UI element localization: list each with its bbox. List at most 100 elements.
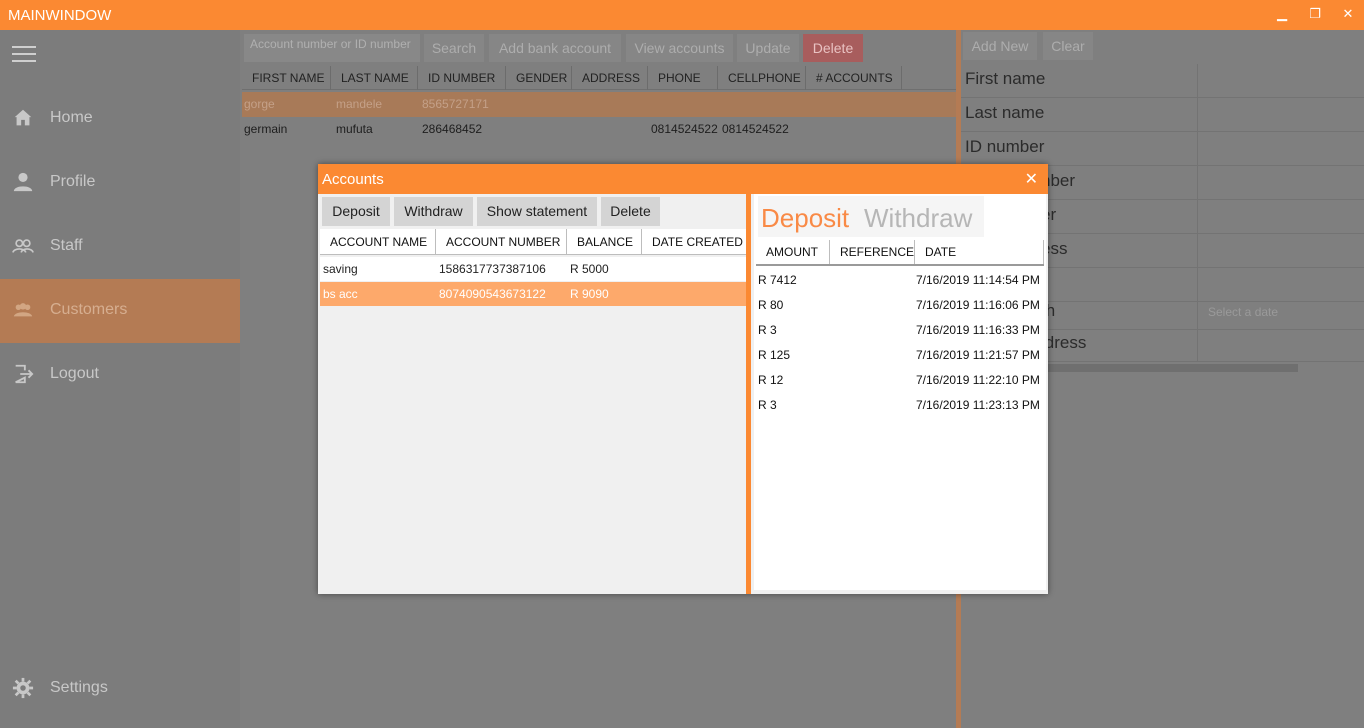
cell-id-number: 286468452 — [422, 122, 483, 136]
sidebar: Home Profile Staff Customers Logout Sett… — [0, 30, 240, 728]
column-header[interactable]: AMOUNT — [756, 240, 830, 264]
sidebar-item-logout[interactable]: Logout — [0, 343, 240, 407]
sidebar-item-label: Profile — [50, 173, 96, 190]
cell-amount: R 7412 — [758, 273, 797, 287]
table-row[interactable]: gorge mandele 8565727171 — [242, 92, 956, 117]
cell-date: 7/16/2019 11:16:06 PM — [916, 298, 1040, 312]
cell-first-name: gorge — [244, 97, 275, 111]
tab-deposit[interactable]: Deposit — [761, 203, 849, 234]
tab-withdraw[interactable]: Withdraw — [864, 203, 972, 234]
horizontal-scrollbar[interactable] — [1030, 364, 1298, 372]
column-header[interactable]: GENDER — [506, 66, 572, 90]
cell-cellphone: 0814524522 — [722, 122, 789, 136]
column-header[interactable]: FIRST NAME — [242, 66, 331, 90]
show-statement-button[interactable]: Show statement — [477, 197, 597, 226]
maximize-button[interactable]: ❐ — [1307, 6, 1323, 22]
cell-amount: R 3 — [758, 323, 777, 337]
column-header[interactable]: BALANCE — [567, 229, 642, 255]
group-icon — [12, 239, 34, 253]
field-label: Last name — [965, 103, 1045, 122]
column-header[interactable]: ADDRESS — [572, 66, 648, 90]
minimize-button[interactable]: ▁ — [1274, 6, 1290, 22]
dialog-title: Accounts — [322, 171, 384, 188]
search-input[interactable]: Account number or ID number — [244, 34, 420, 62]
cell-date: 7/16/2019 11:14:54 PM — [916, 273, 1040, 287]
sidebar-item-profile[interactable]: Profile — [0, 151, 240, 215]
cell-date: 7/16/2019 11:21:57 PM — [916, 348, 1040, 362]
sidebar-item-label: Staff — [50, 237, 83, 254]
accounts-dialog: Accounts ✕ Deposit Withdraw Show stateme… — [318, 164, 1048, 594]
list-item[interactable]: R 3 7/16/2019 11:23:13 PM — [756, 393, 1044, 418]
list-item[interactable]: R 3 7/16/2019 11:16:33 PM — [756, 318, 1044, 343]
sidebar-item-staff[interactable]: Staff — [0, 215, 240, 279]
column-header[interactable]: ACCOUNT NUMBER — [436, 229, 567, 255]
cell-amount: R 125 — [758, 348, 791, 362]
view-accounts-button[interactable]: View accounts — [626, 34, 733, 62]
add-new-button[interactable]: Add New — [963, 32, 1037, 60]
update-button[interactable]: Update — [737, 34, 799, 62]
sidebar-item-customers[interactable]: Customers — [0, 279, 240, 343]
cell-amount: R 3 — [758, 398, 777, 412]
list-item[interactable]: R 12 7/16/2019 11:22:10 PM — [756, 368, 1044, 393]
logout-icon — [15, 364, 34, 384]
address-field[interactable] — [1197, 328, 1362, 361]
list-item[interactable]: R 80 7/16/2019 11:16:06 PM — [756, 293, 1044, 318]
sidebar-item-label: Settings — [50, 679, 108, 696]
column-header[interactable]: DATE CREATED — [642, 229, 746, 255]
search-button[interactable]: Search — [424, 34, 484, 62]
form-field[interactable] — [1197, 234, 1362, 267]
cell-last-name: mufuta — [336, 122, 373, 136]
cell-id-number: 8565727171 — [422, 97, 489, 111]
cell-account-name: saving — [323, 262, 358, 276]
id-number-field[interactable] — [1197, 132, 1362, 165]
list-item[interactable]: R 7412 7/16/2019 11:14:54 PM — [756, 268, 1044, 293]
cell-account-number: 1586317737387106 — [439, 262, 546, 276]
hamburger-menu-icon[interactable] — [12, 46, 36, 64]
column-header[interactable]: DATE — [915, 240, 1044, 264]
clear-button[interactable]: Clear — [1043, 32, 1093, 60]
add-bank-account-button[interactable]: Add bank account — [489, 34, 621, 62]
cell-phone: 0814524522 — [651, 122, 718, 136]
cell-date: 7/16/2019 11:22:10 PM — [916, 373, 1040, 387]
close-icon[interactable]: ✕ — [1025, 169, 1038, 189]
gear-icon — [12, 677, 34, 699]
sidebar-item-label: Home — [50, 109, 93, 126]
field-label: First name — [965, 69, 1046, 88]
person-icon — [13, 172, 33, 192]
cell-amount: R 12 — [758, 373, 784, 387]
column-header[interactable]: LAST NAME — [331, 66, 418, 90]
column-header[interactable]: REFERENCE — [830, 240, 915, 264]
form-field[interactable] — [1197, 200, 1362, 233]
date-picker[interactable]: Select a date — [1197, 296, 1362, 329]
column-header[interactable]: ACCOUNT NAME — [320, 229, 436, 255]
customers-table-header: FIRST NAME LAST NAME ID NUMBER GENDER AD… — [242, 66, 956, 90]
form-row-id-number: ID number — [961, 132, 1364, 166]
dialog-splitter[interactable] — [746, 194, 751, 594]
delete-account-button[interactable]: Delete — [601, 197, 660, 226]
list-item[interactable]: R 125 7/16/2019 11:21:57 PM — [756, 343, 1044, 368]
dialog-title-bar: Accounts ✕ — [318, 164, 1048, 194]
withdraw-button[interactable]: Withdraw — [394, 197, 473, 226]
table-row[interactable]: saving 1586317737387106 R 5000 — [320, 257, 746, 281]
form-row-first-name: First name — [961, 64, 1364, 98]
column-header[interactable]: ID NUMBER — [418, 66, 506, 90]
last-name-field[interactable] — [1197, 98, 1362, 131]
sidebar-item-home[interactable]: Home — [0, 87, 240, 151]
deposit-button[interactable]: Deposit — [322, 197, 390, 226]
title-bar: MAINWINDOW ▁ ❐ ✕ — [0, 0, 1364, 30]
column-header[interactable]: CELLPHONE — [718, 66, 806, 90]
first-name-field[interactable] — [1197, 64, 1362, 97]
form-field[interactable] — [1197, 166, 1362, 199]
field-label: ID number — [965, 137, 1045, 156]
cell-account-number: 8074090543673122 — [439, 287, 546, 301]
table-row[interactable]: bs acc 8074090543673122 R 9090 — [320, 282, 746, 306]
sidebar-item-settings[interactable]: Settings — [0, 657, 240, 721]
home-icon — [14, 109, 32, 126]
close-window-button[interactable]: ✕ — [1340, 6, 1356, 22]
delete-customer-button[interactable]: Delete — [803, 34, 863, 62]
column-header[interactable]: # ACCOUNTS — [806, 66, 902, 90]
cell-date: 7/16/2019 11:16:33 PM — [916, 323, 1040, 337]
table-row[interactable]: germain mufuta 286468452 0814524522 0814… — [242, 117, 956, 142]
column-header[interactable]: PHONE — [648, 66, 718, 90]
window-title: MAINWINDOW — [8, 7, 112, 24]
